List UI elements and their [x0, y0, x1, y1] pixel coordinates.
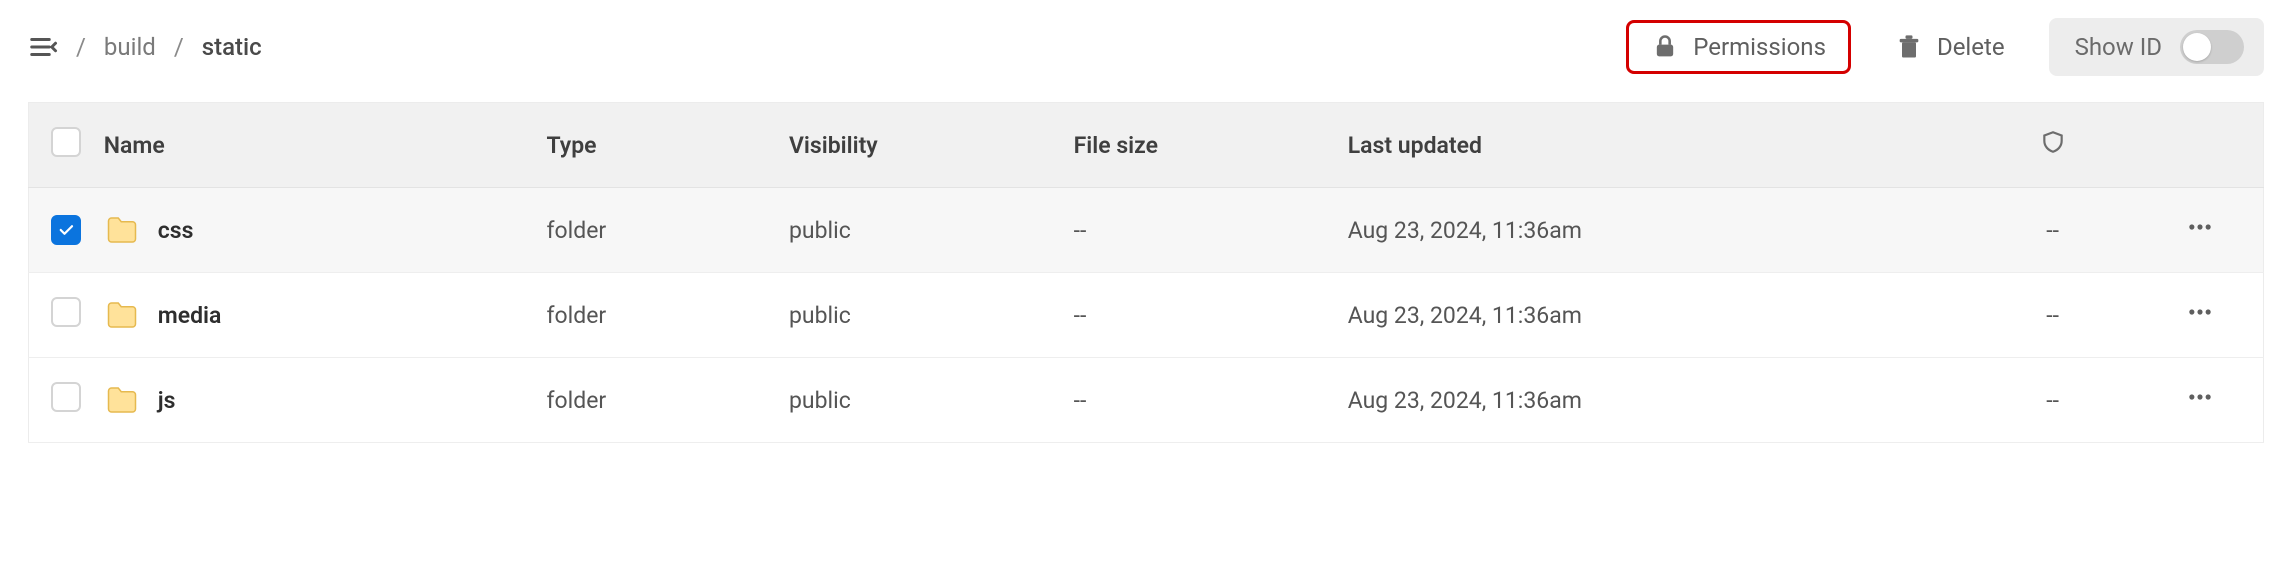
col-visibility[interactable]: Visibility: [777, 103, 1062, 188]
col-file-size[interactable]: File size: [1062, 103, 1336, 188]
file-type: folder: [535, 358, 777, 443]
file-size: --: [1062, 358, 1336, 443]
show-id-label: Show ID: [2075, 33, 2162, 61]
file-updated: Aug 23, 2024, 11:36am: [1336, 273, 1969, 358]
table-row[interactable]: css folder public -- Aug 23, 2024, 11:36…: [29, 188, 2264, 273]
trash-icon: [1895, 33, 1923, 61]
folder-icon: [104, 382, 140, 418]
col-name[interactable]: Name: [92, 103, 535, 188]
folder-icon: [104, 212, 140, 248]
breadcrumb: / build / static: [28, 32, 262, 62]
file-name[interactable]: js: [158, 387, 176, 414]
col-type[interactable]: Type: [535, 103, 777, 188]
col-last-updated[interactable]: Last updated: [1336, 103, 1969, 188]
breadcrumb-item-static[interactable]: static: [202, 33, 262, 61]
shield-icon: [2040, 129, 2066, 155]
select-all-checkbox[interactable]: [51, 127, 81, 157]
show-id-toggle[interactable]: [2180, 30, 2244, 64]
file-shield: --: [1968, 273, 2137, 358]
delete-label: Delete: [1937, 33, 2005, 61]
file-size: --: [1062, 188, 1336, 273]
file-visibility: public: [777, 273, 1062, 358]
row-checkbox[interactable]: [51, 215, 81, 245]
breadcrumb-separator: /: [174, 33, 184, 61]
row-checkbox[interactable]: [51, 382, 81, 412]
file-shield: --: [1968, 358, 2137, 443]
breadcrumb-separator: /: [76, 33, 86, 61]
file-updated: Aug 23, 2024, 11:36am: [1336, 358, 1969, 443]
show-id-toggle-group: Show ID: [2049, 18, 2264, 76]
file-type: folder: [535, 273, 777, 358]
breadcrumb-item-build[interactable]: build: [104, 33, 156, 61]
file-size: --: [1062, 273, 1336, 358]
file-name[interactable]: media: [158, 302, 222, 329]
row-menu-button[interactable]: [2186, 213, 2214, 241]
table-row[interactable]: js folder public -- Aug 23, 2024, 11:36a…: [29, 358, 2264, 443]
table-row[interactable]: media folder public -- Aug 23, 2024, 11:…: [29, 273, 2264, 358]
menu-collapse-icon[interactable]: [28, 32, 58, 62]
file-shield: --: [1968, 188, 2137, 273]
delete-button[interactable]: Delete: [1873, 23, 2027, 71]
file-visibility: public: [777, 358, 1062, 443]
row-checkbox[interactable]: [51, 297, 81, 327]
folder-icon: [104, 297, 140, 333]
file-type: folder: [535, 188, 777, 273]
file-updated: Aug 23, 2024, 11:36am: [1336, 188, 1969, 273]
file-name[interactable]: css: [158, 217, 194, 244]
row-menu-button[interactable]: [2186, 383, 2214, 411]
permissions-label: Permissions: [1693, 33, 1826, 61]
lock-icon: [1651, 33, 1679, 61]
actions-bar: Permissions Delete Show ID: [1626, 18, 2264, 76]
file-table: Name Type Visibility File size Last upda…: [28, 102, 2264, 443]
row-menu-button[interactable]: [2186, 298, 2214, 326]
permissions-button[interactable]: Permissions: [1626, 20, 1851, 74]
file-visibility: public: [777, 188, 1062, 273]
